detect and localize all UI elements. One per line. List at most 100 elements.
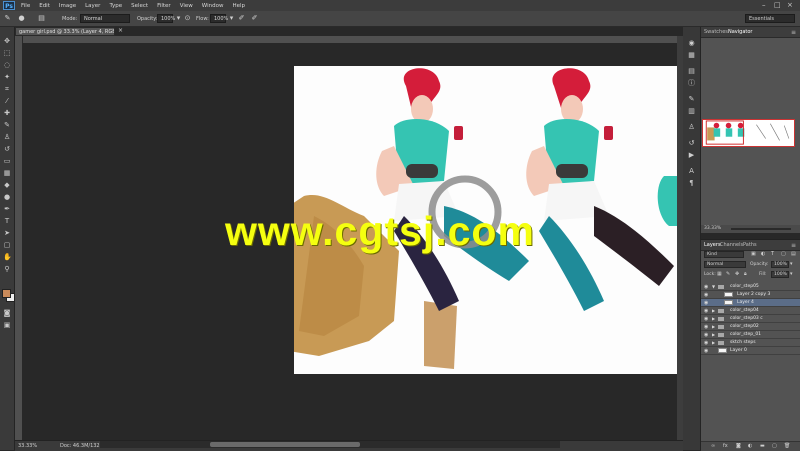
layer-row[interactable]: ◉ ▼ color_step05 — [701, 283, 800, 291]
visibility-eye-icon[interactable]: ◉ — [704, 340, 708, 346]
expand-triangle-icon[interactable]: ▶ — [712, 324, 715, 329]
workspace-switcher[interactable]: Essentials — [745, 14, 795, 23]
brush-presets-icon[interactable]: ✎ — [687, 95, 696, 104]
visibility-eye-icon[interactable]: ◉ — [704, 332, 708, 338]
new-layer-icon[interactable]: ▢ — [772, 443, 777, 449]
brush-size-icon[interactable]: ● — [17, 14, 26, 23]
quick-mask-icon[interactable]: ◙ — [3, 309, 11, 317]
layer-name[interactable]: color_step_01 — [730, 332, 761, 337]
layer-name[interactable]: Layer 4 — [737, 300, 754, 305]
marquee-tool-icon[interactable]: ⬚ — [3, 49, 11, 57]
visibility-eye-icon[interactable]: ◉ — [704, 324, 708, 330]
mode-select[interactable]: Normal — [80, 14, 130, 23]
blur-tool-icon[interactable]: ◆ — [3, 181, 11, 189]
menu-type[interactable]: Type — [109, 3, 122, 9]
chevron-down-icon[interactable]: ▾ — [790, 271, 793, 277]
crop-tool-icon[interactable]: ⌗ — [3, 85, 11, 93]
filter-adjustment-icon[interactable]: ◐ — [761, 251, 765, 257]
lasso-tool-icon[interactable]: ◌ — [3, 61, 11, 69]
layer-style-icon[interactable]: fx — [723, 443, 728, 449]
blend-mode-select[interactable]: Normal — [704, 261, 746, 268]
hand-tool-icon[interactable]: ✋ — [3, 253, 12, 261]
screen-mode-icon[interactable]: ▣ — [3, 321, 11, 329]
swatches-panel-icon[interactable]: ▦ — [687, 51, 696, 60]
layer-name[interactable]: color_step03 c — [730, 316, 763, 321]
link-layers-icon[interactable]: ∞ — [711, 443, 715, 449]
lock-all-icon[interactable]: 🔒︎ — [744, 271, 747, 277]
menu-view[interactable]: View — [180, 3, 193, 9]
status-zoom[interactable]: 33.33% — [18, 443, 37, 449]
menu-help[interactable]: Help — [232, 3, 245, 9]
type-tool-icon[interactable]: T — [3, 217, 11, 225]
restore-icon[interactable]: □ — [774, 1, 781, 9]
navigator-zoom-value[interactable]: 33.33% — [704, 226, 721, 231]
clone-stamp-tool-icon[interactable]: ♙ — [3, 133, 11, 141]
move-tool-icon[interactable]: ✥ — [3, 37, 11, 45]
brush-tool-preset-icon[interactable]: ✎ — [3, 14, 12, 23]
eyedropper-tool-icon[interactable]: ⁄ — [3, 97, 11, 105]
quick-select-tool-icon[interactable]: ✦ — [3, 73, 11, 81]
foreground-color-swatch[interactable] — [2, 289, 11, 298]
actions-panel-icon[interactable]: ▶ — [687, 151, 696, 160]
dodge-tool-icon[interactable]: ● — [3, 193, 11, 201]
visibility-eye-icon[interactable]: ◉ — [704, 308, 708, 314]
visibility-eye-icon[interactable]: ◉ — [704, 292, 708, 298]
layer-row[interactable]: ◉ ▶ color_step04 — [701, 307, 800, 315]
add-mask-icon[interactable]: ◙ — [736, 443, 741, 449]
navigator-zoom-slider[interactable] — [731, 228, 791, 230]
navigator-preview[interactable] — [702, 119, 795, 147]
layer-filter-kind[interactable]: Kind — [704, 251, 744, 258]
layer-name[interactable]: color_step05 — [730, 284, 759, 289]
panel-menu-icon[interactable]: ≡ — [791, 29, 796, 36]
tab-navigator[interactable]: Navigator — [728, 29, 752, 35]
filter-shape-icon[interactable]: ▢ — [781, 251, 786, 257]
tab-layers[interactable]: Layers — [704, 242, 721, 248]
layer-row[interactable]: ◉ Layer 0 — [701, 347, 800, 355]
pressure-size-icon[interactable]: ✐ — [250, 14, 259, 23]
document-tab[interactable]: gamer girl.psd @ 33.3% (Layer 4, RGB/8) … — [15, 27, 115, 36]
flow-input[interactable]: 100% — [210, 14, 228, 23]
chevron-down-icon[interactable]: ▾ — [227, 14, 236, 23]
adjustment-layer-icon[interactable]: ◐ — [748, 443, 752, 449]
tab-swatches[interactable]: Swatches — [704, 29, 728, 35]
menu-filter[interactable]: Filter — [157, 3, 171, 9]
layer-name[interactable]: Layer 0 — [730, 348, 747, 353]
clone-source-icon[interactable]: ♙ — [687, 123, 696, 132]
path-selection-tool-icon[interactable]: ➤ — [3, 229, 11, 237]
history-panel-icon[interactable]: ↺ — [687, 139, 696, 148]
filter-smart-object-icon[interactable]: ▤ — [791, 251, 796, 257]
layer-row[interactable]: ◉ ▶ color_step02 — [701, 323, 800, 331]
close-icon[interactable]: × — [787, 1, 793, 9]
layer-row[interactable]: ◉ Layer 2 copy 3 — [701, 291, 800, 299]
menu-window[interactable]: Window — [202, 3, 224, 9]
fill-input[interactable]: 100% — [771, 271, 789, 278]
eraser-tool-icon[interactable]: ▭ — [3, 157, 11, 165]
zoom-tool-icon[interactable]: ⚲ — [3, 265, 11, 273]
layer-row-selected[interactable]: ◉ Layer 4 — [701, 299, 800, 307]
expand-triangle-icon[interactable]: ▼ — [712, 284, 715, 289]
visibility-eye-icon[interactable]: ◉ — [704, 348, 708, 354]
expand-triangle-icon[interactable]: ▶ — [712, 316, 715, 321]
layer-name[interactable]: color_step04 — [730, 308, 759, 313]
filter-pixel-icon[interactable]: ▣ — [751, 251, 756, 257]
layer-row[interactable]: ◉ ▶ sktch steps — [701, 339, 800, 347]
lock-pixels-icon[interactable]: ✎ — [726, 271, 730, 277]
layer-opacity-input[interactable]: 100% — [771, 261, 789, 268]
paragraph-panel-icon[interactable]: ¶ — [687, 179, 696, 188]
brush-tool-icon[interactable]: ✎ — [3, 121, 11, 129]
layer-name[interactable]: Layer 2 copy 3 — [737, 292, 770, 297]
chevron-down-icon[interactable]: ▾ — [790, 261, 793, 267]
layer-name[interactable]: sktch steps — [730, 340, 756, 345]
tab-channels[interactable]: Channels — [720, 242, 743, 248]
histogram-panel-icon[interactable]: ▤ — [687, 67, 696, 76]
visibility-eye-icon[interactable]: ◉ — [704, 316, 708, 322]
shape-tool-icon[interactable]: ▢ — [3, 241, 11, 249]
expand-triangle-icon[interactable]: ▶ — [712, 340, 715, 345]
new-group-icon[interactable]: ▬ — [760, 443, 765, 449]
airbrush-icon[interactable]: ✐ — [237, 14, 246, 23]
pen-tool-icon[interactable]: ✒ — [3, 205, 11, 213]
info-panel-icon[interactable]: ⓘ — [687, 79, 696, 88]
filter-type-icon[interactable]: T — [771, 251, 774, 257]
character-panel-icon[interactable]: A — [687, 167, 696, 176]
visibility-eye-icon[interactable]: ◉ — [704, 284, 708, 290]
